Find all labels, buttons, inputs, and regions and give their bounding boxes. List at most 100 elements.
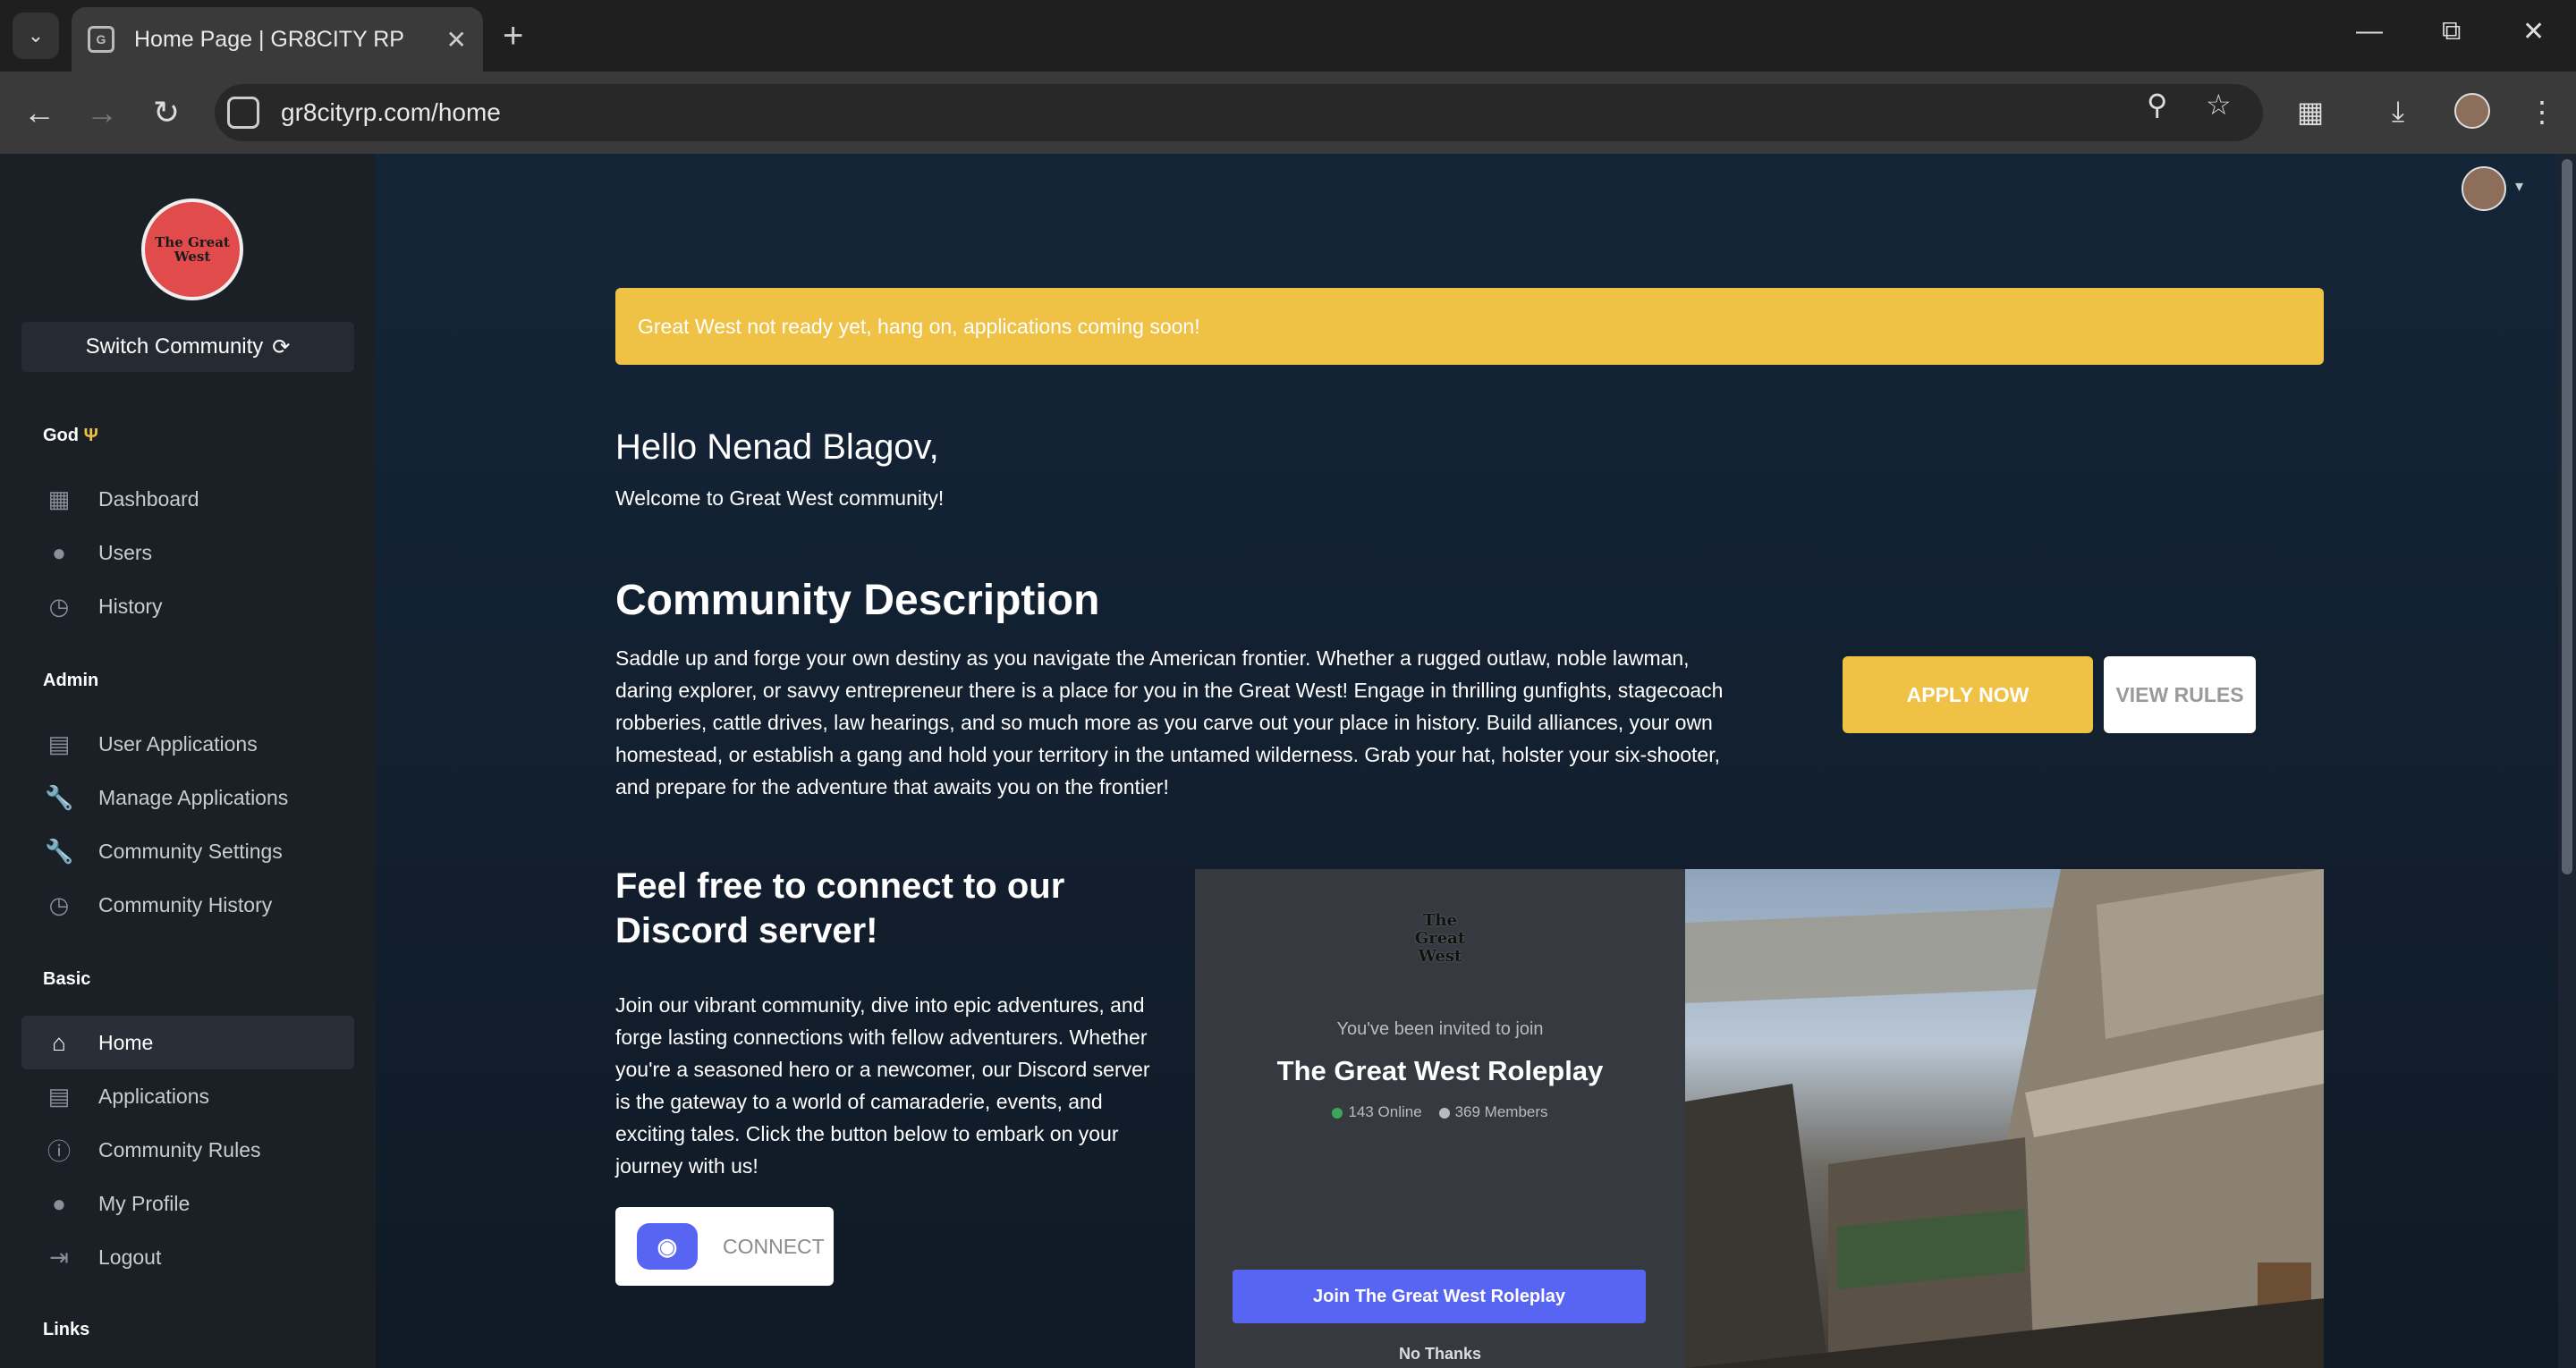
- discord-description: Join our vibrant community, dive into ep…: [615, 993, 1150, 1178]
- wrench-icon: 🔧: [45, 783, 74, 811]
- greeting-heading: Hello Nenad Blagov,: [615, 427, 939, 467]
- site-favicon-icon: G: [88, 26, 114, 53]
- sidebar-item-label: Dashboard: [98, 486, 199, 511]
- sidebar-item-home[interactable]: ⌂ Home: [21, 1016, 354, 1069]
- sidebar-item-label: Users: [98, 540, 153, 564]
- downloads-icon[interactable]: ⤓: [2392, 95, 2404, 129]
- discord-icon: ◉: [637, 1223, 698, 1270]
- browser-toolbar: ← → ↻ gr8cityrp.com/home ⚲ ☆ ▦ ⤓ ⋮: [0, 72, 2576, 154]
- zoom-icon[interactable]: ⚲: [2147, 88, 2167, 122]
- sidebar-item-label: Logout: [98, 1245, 162, 1269]
- address-url: gr8cityrp.com/home: [281, 98, 501, 126]
- user-icon: ●: [52, 1189, 66, 1217]
- chevron-down-icon: ⌄: [27, 24, 45, 46]
- sidebar-item-my-profile[interactable]: ● My Profile: [21, 1177, 354, 1230]
- history-icon: ◷: [48, 891, 70, 918]
- minimize-icon[interactable]: —: [2356, 16, 2383, 46]
- back-icon[interactable]: ←: [18, 91, 61, 134]
- browser-tabbar: ⌄ G Home Page | GR8CITY RP ✕ + — ⧉ ✕: [0, 0, 2576, 72]
- server-icon: ▤: [47, 1082, 71, 1110]
- site-info-icon[interactable]: [227, 97, 259, 129]
- restore-icon[interactable]: ⧉: [2442, 16, 2461, 46]
- notice-alert: Great West not ready yet, hang on, appli…: [615, 288, 2324, 365]
- browser-profile-avatar[interactable]: [2454, 93, 2490, 129]
- sidebar-item-label: Applications: [98, 1084, 210, 1108]
- online-count: 143 Online: [1348, 1103, 1422, 1120]
- refresh-icon: ⟳: [272, 334, 291, 359]
- sidebar-item-users[interactable]: ● Users: [21, 526, 354, 579]
- sidebar-item-logout[interactable]: ⇥ Logout: [21, 1230, 354, 1284]
- server-logo: The Great West: [1414, 911, 1466, 966]
- address-bar[interactable]: gr8cityrp.com/home: [215, 84, 2263, 141]
- reload-icon[interactable]: ↻: [145, 91, 188, 134]
- tab-search-button[interactable]: ⌄: [13, 13, 59, 59]
- sidebar-item-label: Community History: [98, 892, 273, 916]
- close-tab-icon[interactable]: ✕: [446, 25, 467, 55]
- view-rules-button[interactable]: VIEW RULES: [2104, 656, 2256, 733]
- sidebar: The Great West Switch Community ⟳ God Ψ …: [0, 154, 376, 1368]
- trident-icon: Ψ: [83, 426, 98, 445]
- home-icon: ⌂: [52, 1028, 66, 1056]
- members-dot-icon: [1438, 1107, 1450, 1119]
- page-scrollbar[interactable]: [2558, 154, 2576, 1368]
- scrollbar-thumb[interactable]: [2562, 159, 2572, 874]
- sidebar-item-history[interactable]: ◷ History: [21, 579, 354, 633]
- close-window-icon[interactable]: ✕: [2522, 16, 2545, 47]
- member-count: 369 Members: [1454, 1103, 1548, 1120]
- sidebar-item-manage-applications[interactable]: 🔧 Manage Applications: [21, 771, 354, 824]
- user-icon: ●: [52, 538, 66, 566]
- server-icon: ▤: [47, 730, 71, 757]
- online-dot-icon: [1332, 1107, 1343, 1119]
- invite-stats: 143 Online 369 Members: [1195, 1103, 1685, 1121]
- section-god: God Ψ: [43, 426, 98, 446]
- join-server-button[interactable]: Join The Great West Roleplay: [1233, 1270, 1646, 1323]
- western-town-illustration: [1685, 869, 2324, 1368]
- invite-subtitle: You've been invited to join: [1336, 1019, 1544, 1039]
- sidebar-item-label: Home: [98, 1030, 154, 1054]
- logout-icon: ⇥: [49, 1243, 69, 1271]
- sidebar-item-dashboard[interactable]: ▦ Dashboard: [21, 472, 354, 526]
- caret-down-icon[interactable]: ▾: [2515, 177, 2523, 196]
- section-basic: Basic: [43, 969, 91, 989]
- logo-text: The Great West: [155, 234, 230, 265]
- extensions-icon[interactable]: ▦: [2297, 95, 2324, 129]
- section-god-label: God: [43, 426, 79, 445]
- tab-title: Home Page | GR8CITY RP: [134, 26, 404, 52]
- sidebar-item-user-applications[interactable]: ▤ User Applications: [21, 717, 354, 771]
- browser-menu-icon[interactable]: ⋮: [2528, 95, 2556, 129]
- no-thanks-link[interactable]: No Thanks: [1195, 1345, 1685, 1364]
- sidebar-item-community-settings[interactable]: 🔧 Community Settings: [21, 824, 354, 878]
- sidebar-item-label: Manage Applications: [98, 785, 289, 809]
- community-description-title: Community Description: [615, 577, 1100, 624]
- sidebar-item-applications[interactable]: ▤ Applications: [21, 1069, 354, 1123]
- discord-connect-button[interactable]: ◉ CONNECT: [615, 1207, 834, 1286]
- discord-heading: Feel free to connect to our Discord serv…: [615, 866, 1065, 950]
- apply-now-button[interactable]: APPLY NOW: [1843, 656, 2093, 733]
- sidebar-item-community-history[interactable]: ◷ Community History: [21, 878, 354, 932]
- sidebar-item-label: User Applications: [98, 731, 258, 756]
- discord-invite-card: The Great West You've been invited to jo…: [1195, 869, 1685, 1368]
- sidebar-item-label: My Profile: [98, 1191, 191, 1215]
- sidebar-item-label: History: [98, 594, 163, 618]
- invite-server-name: The Great West Roleplay: [1276, 1055, 1604, 1086]
- section-links: Links: [43, 1320, 90, 1339]
- sidebar-item-label: Community Settings: [98, 839, 283, 863]
- sidebar-item-label: Community Rules: [98, 1137, 261, 1161]
- welcome-text: Welcome to Great West community!: [615, 486, 945, 510]
- server-banner-image: [1685, 869, 2324, 1368]
- sidebar-item-community-rules[interactable]: ⓘ Community Rules: [21, 1123, 354, 1177]
- browser-tab[interactable]: G Home Page | GR8CITY RP ✕: [72, 7, 483, 72]
- user-avatar[interactable]: [2462, 166, 2506, 211]
- dashboard-icon: ▦: [47, 485, 71, 512]
- bookmark-star-icon[interactable]: ☆: [2206, 88, 2232, 122]
- community-logo[interactable]: The Great West: [141, 198, 243, 300]
- exclamation-icon: ⓘ: [47, 1137, 71, 1165]
- community-description-text: Saddle up and forge your own destiny as …: [615, 646, 1724, 798]
- new-tab-icon[interactable]: +: [503, 18, 523, 54]
- forward-icon[interactable]: →: [80, 91, 123, 134]
- connect-label: CONNECT: [723, 1234, 825, 1258]
- switch-community-label: Switch Community: [85, 334, 264, 359]
- history-icon: ◷: [48, 592, 70, 620]
- section-admin: Admin: [43, 671, 99, 690]
- switch-community-button[interactable]: Switch Community ⟳: [21, 322, 354, 372]
